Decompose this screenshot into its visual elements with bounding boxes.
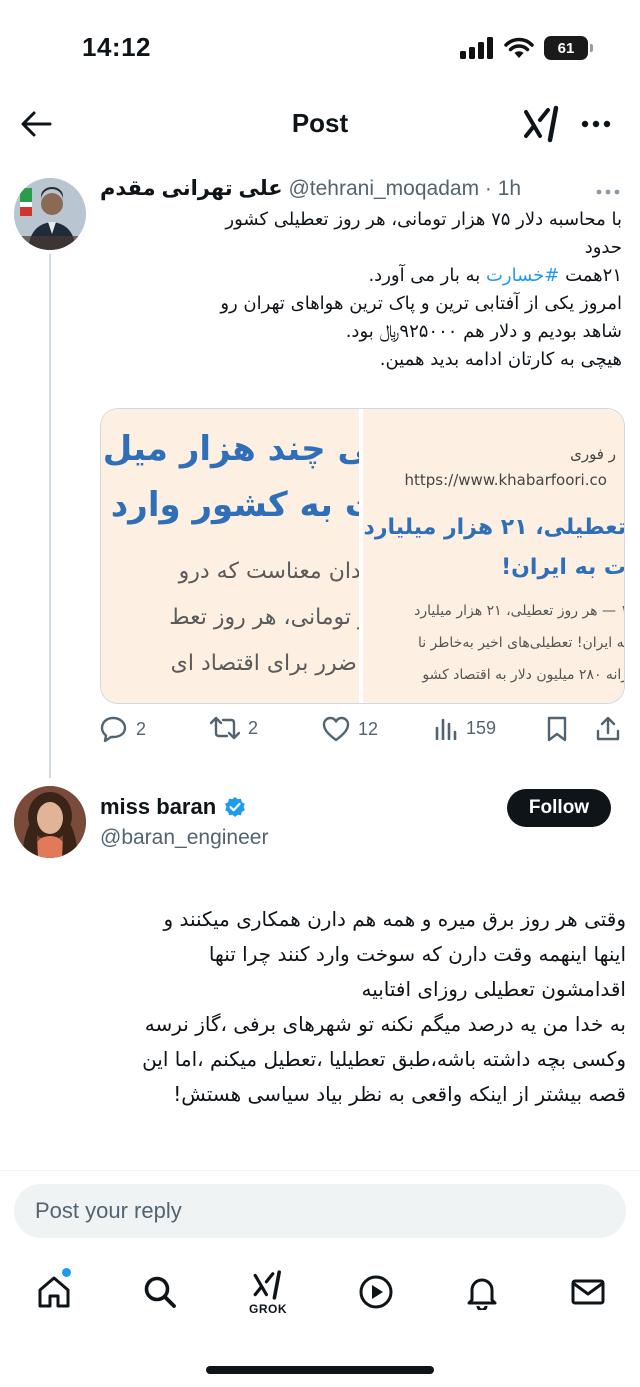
tweet-actions: 2 2 12 159: [100, 712, 625, 752]
tab-notifications[interactable]: [452, 1266, 512, 1318]
share-icon: [596, 716, 620, 741]
like-count: 12: [358, 718, 379, 739]
tab-home[interactable]: [24, 1266, 84, 1318]
reply-input[interactable]: [14, 1184, 626, 1238]
more-icon: [596, 189, 620, 195]
tweet-text: با محاسبه دلار ۷۵ هزار تومانی، هر روز تع…: [92, 206, 622, 374]
reply-line: وکسی بچه داشته باشه،طبق تعطیلیا ،تعطیل م…: [142, 1047, 626, 1071]
mail-icon: [571, 1279, 605, 1305]
reply-line: اقدامشون تعطیلی روزای افتابیه: [361, 977, 626, 1001]
tweet-line: هیچی به کارتان ادامه بدید همین.: [379, 349, 622, 370]
tab-search[interactable]: [130, 1266, 190, 1318]
tab-messages[interactable]: [558, 1266, 618, 1318]
thread-connector: [49, 254, 51, 778]
image-headline: ت به ایران!: [501, 555, 624, 580]
tab-videos[interactable]: [346, 1266, 406, 1318]
image-body-text: به ایران! تعطیلی‌های اخیر به‌خاطر نا: [417, 635, 624, 651]
avatar-image: [14, 178, 86, 250]
reply-button[interactable]: 2: [100, 716, 146, 742]
tweet-more-button[interactable]: [596, 182, 620, 200]
tweet-line: شاهد بودیم و دلار هم ۹۲۵۰۰۰﷼ بود.: [345, 321, 622, 342]
reply-line: اینها اینهمه وقت دارن که سوخت وارد کنند …: [208, 942, 626, 966]
share-button[interactable]: [596, 716, 620, 742]
image-url-text: https://www.khabarfoori.co: [404, 471, 607, 489]
play-icon: [359, 1275, 393, 1309]
image-body-text: ۱ — هر روز تعطیلی، ۲۱ هزار میلیارد: [414, 603, 624, 619]
battery-level: 61: [557, 39, 575, 57]
home-indicator[interactable]: [206, 1366, 434, 1374]
tweet-line: حدود: [584, 237, 622, 258]
tweet-line: با محاسبه دلار ۷۵ هزار تومانی، هر روز تع…: [225, 209, 622, 230]
reply-line: به خدا من یه درصد میگم نکنه تو شهرهای بر…: [144, 1012, 626, 1036]
grok-tab-label: GROK: [249, 1301, 287, 1316]
tweet-line-part: ۲۱همت: [559, 265, 622, 286]
heart-icon: [322, 716, 350, 742]
view-count: 159: [466, 717, 497, 738]
like-button[interactable]: 12: [322, 716, 378, 742]
hashtag-link[interactable]: #خسارت: [486, 265, 559, 286]
image-headline: یلی چند هزار میل: [102, 429, 359, 469]
tweet-time[interactable]: 1h: [498, 177, 521, 200]
reply-line: وقتی هر روز برق میره و همه هم دارن همکار…: [163, 907, 626, 931]
grok-button[interactable]: [522, 104, 562, 144]
author-display-name[interactable]: علی تهرانی مقدم: [100, 177, 283, 200]
reply-author-row: miss baran: [100, 794, 246, 820]
repost-icon: [210, 716, 240, 740]
repost-button[interactable]: 2: [210, 716, 258, 740]
reply-text: وقتی هر روز برق میره و همه هم دارن همکار…: [14, 902, 626, 1112]
repost-count: 2: [248, 717, 259, 738]
status-icons: 61: [460, 36, 593, 60]
wifi-icon: [504, 37, 534, 58]
status-time: 14:12: [82, 32, 151, 62]
follow-button[interactable]: Follow: [507, 789, 611, 827]
image-body-text: مان ضرر برای اقتصاد ای: [170, 651, 359, 676]
reply-count: 2: [136, 718, 147, 739]
bookmark-icon: [547, 716, 567, 742]
grok-icon: [524, 105, 559, 143]
divider: [0, 1170, 640, 1171]
bell-icon: [467, 1278, 497, 1310]
image-source-label: ر فوری: [570, 445, 616, 463]
search-icon: [144, 1276, 176, 1308]
views-button[interactable]: 159: [434, 716, 496, 740]
home-icon: [38, 1276, 70, 1308]
avatar[interactable]: [14, 786, 86, 858]
status-bar: 14:12 61: [0, 0, 640, 96]
media-image-right[interactable]: ر فوری https://www.khabarfoori.co تعطیلی…: [362, 409, 624, 703]
bottom-tab-bar: GROK: [0, 1256, 640, 1326]
verified-badge-icon: [225, 797, 245, 817]
battery-icon: 61: [544, 36, 593, 60]
reply-display-name[interactable]: miss baran: [100, 794, 216, 820]
bookmark-button[interactable]: [546, 716, 568, 742]
media-card[interactable]: یلی چند هزار میل رت به کشور وارد ین بدان…: [100, 408, 625, 704]
reply-line: قصه بیشتر از اینکه واقعی به نظر بیاد سیا…: [173, 1082, 626, 1106]
tweet-author-row: علی تهرانی مقدم @tehrani_moqadam · 1h: [100, 176, 530, 204]
avatar[interactable]: [14, 178, 86, 250]
media-image-left[interactable]: یلی چند هزار میل رت به کشور وارد ین بدان…: [101, 409, 359, 703]
reply-icon: [100, 716, 127, 742]
tab-grok[interactable]: GROK: [238, 1266, 298, 1318]
author-handle[interactable]: @tehrani_moqadam: [288, 177, 479, 200]
image-headline: تعطیلی، ۲۱ هزار میلیارد: [363, 515, 624, 540]
views-icon: [435, 718, 457, 740]
tweet-line-with-hashtag: ۲۱همت #خسارت به بار می آورد.: [92, 262, 622, 290]
tweet-line: امروز یکی از آفتابی ترین و پاک ترین هواه…: [220, 293, 622, 314]
reply-author-handle[interactable]: @baran_engineer: [100, 826, 268, 850]
more-icon: [581, 120, 611, 128]
image-body-text: هزار تومانی، هر روز تعط: [169, 605, 358, 630]
image-body-text: ین بدان معناست که درو: [178, 559, 359, 584]
image-body-text: زانه ۲۸۰ میلیون دلار به اقتصاد کشو: [422, 667, 624, 683]
avatar-image: [14, 786, 86, 858]
dot-separator: ·: [479, 177, 498, 200]
post-header: Post: [0, 96, 640, 154]
tweet-line-part: به بار می آورد.: [368, 265, 486, 286]
more-options-button[interactable]: [576, 104, 616, 144]
grok-icon: [253, 1269, 281, 1300]
notification-dot: [62, 1268, 71, 1277]
cellular-signal-icon: [460, 37, 493, 59]
image-headline: رت به کشور وارد: [110, 485, 359, 525]
